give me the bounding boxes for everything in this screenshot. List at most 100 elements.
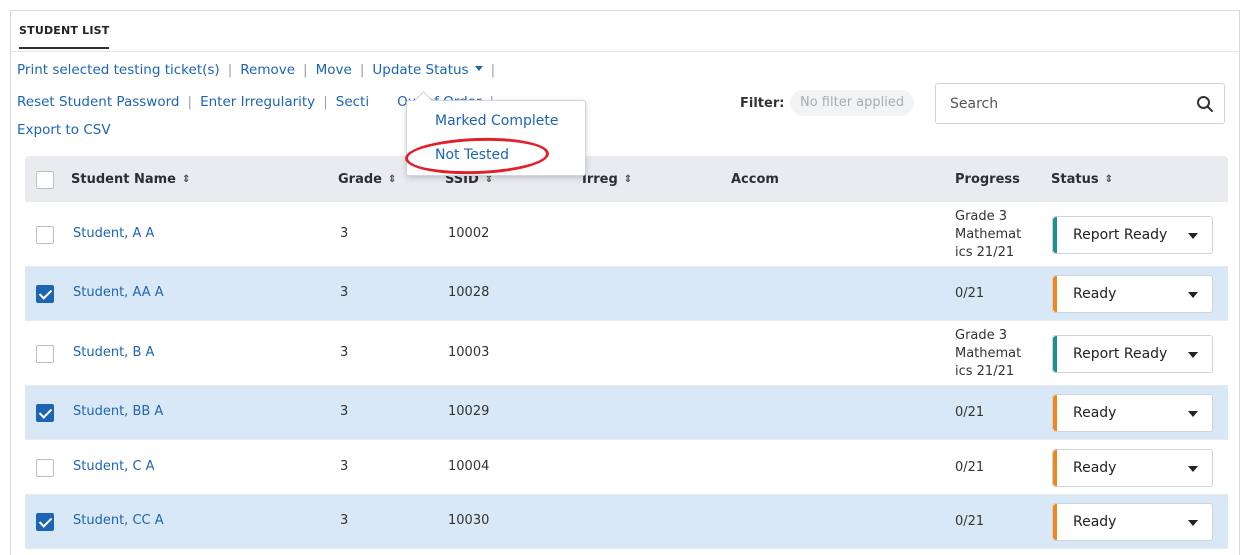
col-student-name[interactable]: Student Name ⇕: [71, 172, 190, 187]
table-row[interactable]: Student, C A 3 10004 0/21 Ready: [25, 440, 1228, 495]
progress-line: Grade 3: [955, 209, 1008, 224]
action-line-3: Export to CSV: [17, 116, 111, 144]
search-icon[interactable]: [1196, 95, 1214, 113]
menu-item-marked-complete[interactable]: Marked Complete: [435, 113, 558, 129]
search-box: [935, 83, 1225, 124]
caret-down-icon: [1188, 292, 1198, 298]
row-checkbox[interactable]: [36, 345, 54, 363]
progress-line: 0/21: [955, 286, 985, 301]
status-dropdown[interactable]: Report Ready: [1052, 335, 1213, 373]
col-grade-label: Grade: [338, 172, 382, 187]
panel-title[interactable]: STUDENT LIST: [19, 24, 110, 49]
grade-cell: 3: [340, 513, 349, 528]
col-student-name-label: Student Name: [71, 172, 176, 187]
table-row[interactable]: Student, BB A 3 10029 0/21 Ready: [25, 386, 1228, 440]
status-color-bar: [1053, 504, 1057, 540]
section-link-prefix: Secti: [335, 94, 370, 110]
caret-down-icon: [1188, 352, 1198, 358]
student-name-link[interactable]: Student, A A: [73, 226, 154, 241]
student-name-link[interactable]: Student, B A: [73, 345, 154, 360]
progress-line: ics 21/21: [955, 245, 1015, 260]
student-name-link[interactable]: Student, BB A: [73, 404, 163, 419]
ssid-cell: 10004: [448, 459, 490, 474]
progress-line: Mathemat: [955, 346, 1022, 361]
sort-icon: ⇕: [1104, 174, 1113, 185]
progress-line: 0/21: [955, 514, 985, 529]
separator: |: [303, 62, 308, 78]
menu-item-not-tested[interactable]: Not Tested: [435, 147, 509, 163]
row-checkbox[interactable]: [36, 226, 54, 244]
student-name-link[interactable]: Student, CC A: [73, 513, 164, 528]
ssid-cell: 10030: [448, 513, 490, 528]
col-progress: Progress: [955, 172, 1020, 187]
col-irreg[interactable]: Irreg ⇕: [582, 172, 632, 187]
sort-icon: ⇕: [181, 174, 191, 185]
separator: |: [187, 94, 193, 110]
caret-down-icon: [1188, 233, 1198, 239]
caret-down-icon: [474, 65, 483, 71]
caret-down-icon: [1188, 466, 1198, 472]
grade-cell: 3: [340, 226, 349, 241]
print-tickets-link[interactable]: Print selected testing ticket(s): [17, 62, 220, 78]
status-color-bar: [1053, 336, 1057, 372]
action-line-1: Print selected testing ticket(s) | Remove |…: [17, 56, 503, 84]
row-checkbox[interactable]: [36, 285, 54, 303]
row-checkbox[interactable]: [36, 513, 54, 531]
export-csv-link[interactable]: Export to CSV: [17, 122, 111, 138]
col-status[interactable]: Status ⇕: [1051, 172, 1113, 187]
col-status-label: Status: [1051, 172, 1099, 187]
panel-header: STUDENT LIST: [11, 11, 1239, 52]
sort-icon: ⇕: [387, 174, 397, 185]
separator: |: [359, 62, 365, 78]
progress-line: ics 21/21: [955, 364, 1015, 379]
status-dropdown[interactable]: Report Ready: [1052, 216, 1213, 254]
table-row[interactable]: Student, B A 3 10003 Grade 3 Mathemat ics 21/…: [25, 321, 1228, 386]
progress-line: 0/21: [955, 405, 985, 420]
separator: |: [227, 62, 233, 78]
update-status-menu: Marked Complete Not Tested: [406, 100, 586, 176]
status-color-bar: [1053, 276, 1057, 312]
table-row[interactable]: Student, CC A 3 10030 0/21 Ready: [25, 495, 1228, 549]
progress-cell: 0/21: [955, 513, 984, 531]
table-row[interactable]: Student, AA A 3 10028 0/21 Ready: [25, 267, 1228, 321]
col-accom: Accom: [731, 172, 779, 187]
row-checkbox[interactable]: [36, 404, 54, 422]
filter-pill[interactable]: No filter applied: [790, 90, 915, 116]
status-dropdown[interactable]: Ready: [1052, 275, 1213, 313]
progress-cell: Grade 3 Mathemat ics 21/21: [955, 327, 1021, 381]
remove-link[interactable]: Remove: [240, 62, 295, 78]
search-input[interactable]: [936, 84, 1176, 123]
progress-cell: 0/21: [955, 459, 984, 477]
enter-irregularity-link[interactable]: Enter Irregularity: [200, 94, 315, 110]
status-dropdown[interactable]: Ready: [1052, 394, 1213, 432]
ssid-cell: 10003: [448, 345, 490, 360]
select-all-checkbox[interactable]: [36, 171, 54, 189]
status-value: Ready: [1073, 514, 1117, 530]
row-checkbox[interactable]: [36, 459, 54, 477]
move-link[interactable]: Move: [316, 62, 352, 78]
table-row[interactable]: Student, A A 3 10002 Grade 3 Mathemat ics 21/…: [25, 202, 1228, 267]
grade-cell: 3: [340, 404, 349, 419]
status-value: Report Ready: [1073, 227, 1168, 243]
progress-line: Mathemat: [955, 227, 1022, 242]
progress-cell: Grade 3 Mathemat ics 21/21: [955, 208, 1021, 262]
status-dropdown[interactable]: Ready: [1052, 449, 1213, 487]
col-irreg-label: Irreg: [582, 172, 618, 187]
progress-cell: 0/21: [955, 404, 984, 422]
reset-password-link[interactable]: Reset Student Password: [17, 94, 180, 110]
update-status-link[interactable]: Update Status: [372, 62, 483, 78]
caret-down-icon: [1188, 411, 1198, 417]
student-name-link[interactable]: Student, C A: [73, 459, 155, 474]
caret-down-icon: [1188, 520, 1198, 526]
status-value: Ready: [1073, 405, 1117, 421]
ssid-cell: 10028: [448, 285, 490, 300]
col-grade[interactable]: Grade ⇕: [338, 172, 396, 187]
status-color-bar: [1053, 395, 1057, 431]
table-header: Student Name ⇕ Grade ⇕ SSID ⇕ Irreg ⇕ Accom …: [25, 156, 1228, 202]
grade-cell: 3: [340, 285, 349, 300]
status-dropdown[interactable]: Ready: [1052, 503, 1213, 541]
student-name-link[interactable]: Student, AA A: [73, 285, 164, 300]
grade-cell: 3: [340, 345, 349, 360]
filter-label: Filter:: [740, 96, 785, 111]
separator: |: [323, 94, 328, 110]
